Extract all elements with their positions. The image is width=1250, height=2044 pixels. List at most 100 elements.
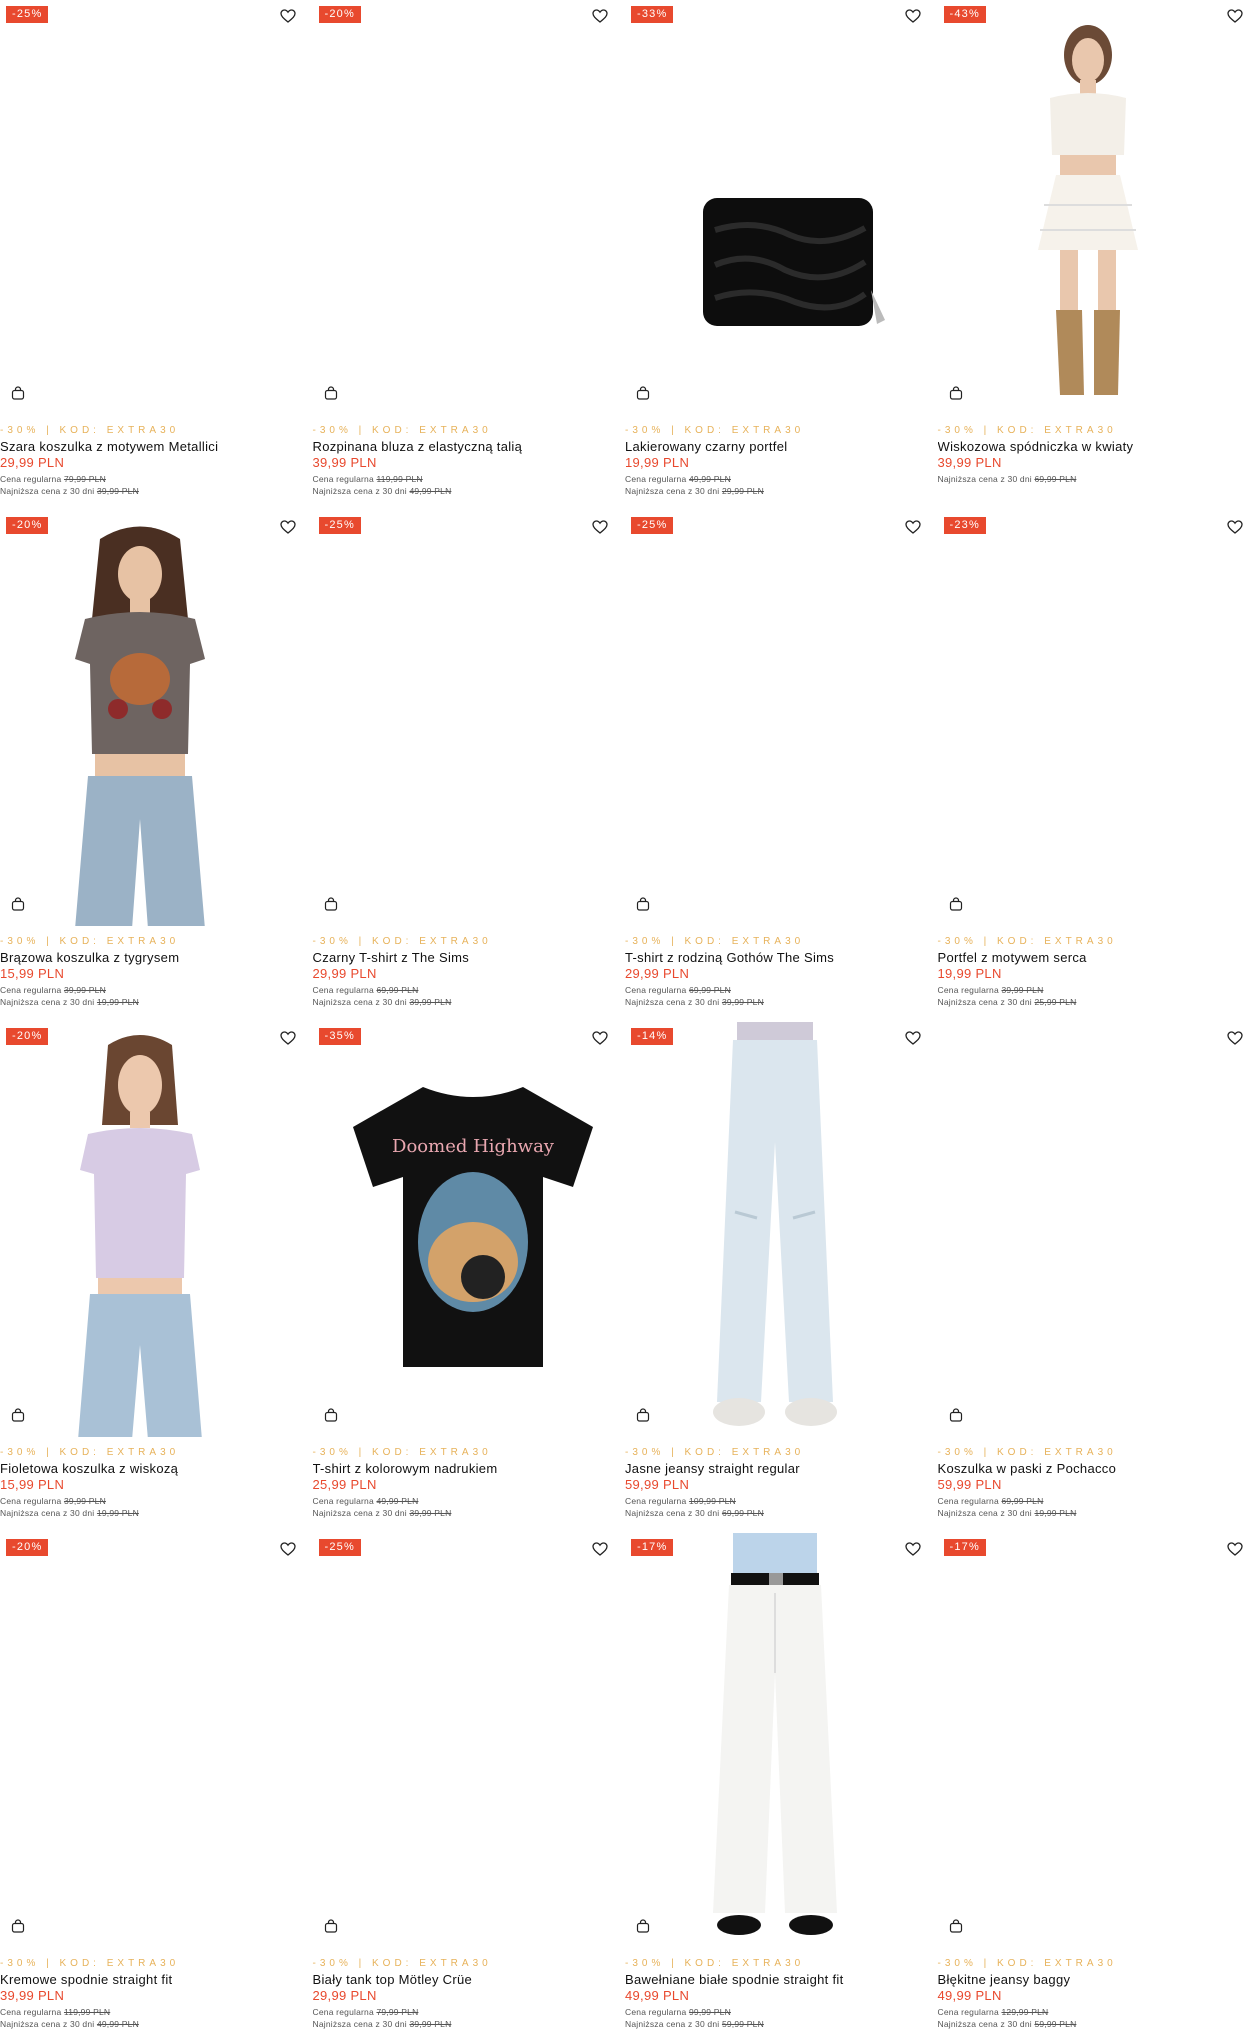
product-name[interactable]: Rozpinana bluza z elastyczną talią xyxy=(313,439,616,454)
heart-icon[interactable] xyxy=(1224,1027,1246,1049)
heart-icon[interactable] xyxy=(589,1538,611,1560)
product-image[interactable]: -43% xyxy=(938,0,1250,415)
regular-price-label: Cena regularna xyxy=(625,985,686,995)
heart-icon[interactable] xyxy=(902,1538,924,1560)
heart-icon[interactable] xyxy=(589,516,611,538)
heart-icon[interactable] xyxy=(1224,1538,1246,1560)
heart-icon[interactable] xyxy=(902,516,924,538)
product-image[interactable]: -25% xyxy=(313,511,616,926)
product-card[interactable]: -20% -30% | KOD: EXTRA30 Kremowe spodnie… xyxy=(0,1533,313,2044)
lowest-price-value: 19,99 PLN xyxy=(97,1508,139,1518)
shopping-bag-icon[interactable] xyxy=(8,894,28,914)
product-price: 29,99 PLN xyxy=(625,966,928,981)
heart-icon[interactable] xyxy=(277,516,299,538)
shopping-bag-icon[interactable] xyxy=(946,1916,966,1936)
product-price: 29,99 PLN xyxy=(0,455,303,470)
shopping-bag-icon[interactable] xyxy=(633,1916,653,1936)
product-card[interactable]: -25% -30% | KOD: EXTRA30 T-shirt z rodzi… xyxy=(625,511,938,1022)
product-name[interactable]: Czarny T-shirt z The Sims xyxy=(313,950,616,965)
product-name[interactable]: Błękitne jeansy baggy xyxy=(938,1972,1250,1987)
discount-badge: -25% xyxy=(6,6,48,23)
lowest-price-line: Najniższa cena z 30 dni 59,99 PLN xyxy=(625,2019,928,2029)
product-price: 19,99 PLN xyxy=(625,455,928,470)
product-card[interactable]: -17% -30% | KOD: EXTRA30 Bawełniane biał… xyxy=(625,1533,938,2044)
regular-price-line: Cena regularna 39,99 PLN xyxy=(0,1496,303,1506)
shopping-bag-icon[interactable] xyxy=(946,383,966,403)
heart-icon[interactable] xyxy=(1224,516,1246,538)
product-image[interactable] xyxy=(938,1022,1250,1437)
regular-price-value: 119,99 PLN xyxy=(376,474,422,484)
heart-icon[interactable] xyxy=(589,1027,611,1049)
product-image[interactable]: -25% xyxy=(625,511,928,926)
product-name[interactable]: Koszulka w paski z Pochacco xyxy=(938,1461,1250,1476)
product-card[interactable]: -20% -30% | KOD: EXTRA30 Rozpinana bluza… xyxy=(313,0,626,511)
shopping-bag-icon[interactable] xyxy=(633,894,653,914)
shopping-bag-icon[interactable] xyxy=(8,383,28,403)
product-name[interactable]: Brązowa koszulka z tygrysem xyxy=(0,950,303,965)
heart-icon[interactable] xyxy=(902,1027,924,1049)
product-name[interactable]: Fioletowa koszulka z wiskozą xyxy=(0,1461,303,1476)
product-card[interactable]: -17% -30% | KOD: EXTRA30 Błękitne jeansy… xyxy=(938,1533,1250,2044)
product-image[interactable]: -20% xyxy=(313,0,616,415)
product-image[interactable]: -25% xyxy=(313,1533,616,1948)
product-image[interactable]: -25% xyxy=(0,0,303,415)
shopping-bag-icon[interactable] xyxy=(633,1405,653,1425)
heart-icon[interactable] xyxy=(277,5,299,27)
product-name[interactable]: T-shirt z kolorowym nadrukiem xyxy=(313,1461,616,1476)
product-image[interactable]: Doomed Highway -35% xyxy=(313,1022,616,1437)
lowest-price-value: 29,99 PLN xyxy=(722,486,764,496)
product-card[interactable]: -23% -30% | KOD: EXTRA30 Portfel z motyw… xyxy=(938,511,1250,1022)
promo-code-text: -30% | KOD: EXTRA30 xyxy=(625,936,928,947)
lowest-price-label: Najniższa cena z 30 dni xyxy=(313,997,407,1007)
heart-icon[interactable] xyxy=(902,5,924,27)
product-image[interactable]: -17% xyxy=(625,1533,928,1948)
product-card[interactable]: -33% -30% | KOD: EXTRA30 Lakierowany cza… xyxy=(625,0,938,511)
product-name[interactable]: Kremowe spodnie straight fit xyxy=(0,1972,303,1987)
product-card[interactable]: -25% -30% | KOD: EXTRA30 Czarny T-shirt … xyxy=(313,511,626,1022)
shopping-bag-icon[interactable] xyxy=(321,1405,341,1425)
shopping-bag-icon[interactable] xyxy=(8,1916,28,1936)
product-card[interactable]: -43% -30% | KOD: EXTRA30 Wiskozowa spódn… xyxy=(938,0,1250,511)
product-name[interactable]: Biały tank top Mötley Crüe xyxy=(313,1972,616,1987)
shopping-bag-icon[interactable] xyxy=(321,383,341,403)
shopping-bag-icon[interactable] xyxy=(8,1405,28,1425)
product-card[interactable]: Doomed Highway -35% -30% | KOD: EXTRA30 … xyxy=(313,1022,626,1533)
shopping-bag-icon[interactable] xyxy=(633,383,653,403)
product-name[interactable]: Szara koszulka z motywem Metallici xyxy=(0,439,303,454)
product-card[interactable]: -20% -30% | KOD: EXTRA30 Brązowa koszulk… xyxy=(0,511,313,1022)
product-name[interactable]: T-shirt z rodziną Gothów The Sims xyxy=(625,950,928,965)
regular-price-line: Cena regularna 39,99 PLN xyxy=(938,985,1250,995)
regular-price-line: Cena regularna 69,99 PLN xyxy=(938,1496,1250,1506)
product-image[interactable]: -17% xyxy=(938,1533,1250,1948)
product-card[interactable]: -25% -30% | KOD: EXTRA30 Biały tank top … xyxy=(313,1533,626,2044)
shopping-bag-icon[interactable] xyxy=(321,894,341,914)
regular-price-value: 129,99 PLN xyxy=(1001,2007,1048,2017)
heart-icon[interactable] xyxy=(277,1027,299,1049)
product-name[interactable]: Portfel z motywem serca xyxy=(938,950,1250,965)
product-name[interactable]: Bawełniane białe spodnie straight fit xyxy=(625,1972,928,1987)
regular-price-value: 69,99 PLN xyxy=(376,985,418,995)
heart-icon[interactable] xyxy=(1224,5,1246,27)
product-name[interactable]: Lakierowany czarny portfel xyxy=(625,439,928,454)
product-image[interactable]: -33% xyxy=(625,0,928,415)
product-image[interactable]: -20% xyxy=(0,1022,303,1437)
heart-icon[interactable] xyxy=(277,1538,299,1560)
product-image[interactable]: -14% xyxy=(625,1022,928,1437)
product-card[interactable]: -25% -30% | KOD: EXTRA30 Szara koszulka … xyxy=(0,0,313,511)
shopping-bag-icon[interactable] xyxy=(321,1916,341,1936)
product-image[interactable]: -20% xyxy=(0,1533,303,1948)
heart-icon[interactable] xyxy=(589,5,611,27)
lowest-price-value: 19,99 PLN xyxy=(97,997,139,1007)
shopping-bag-icon[interactable] xyxy=(946,894,966,914)
product-card[interactable]: -30% | KOD: EXTRA30 Koszulka w paski z P… xyxy=(938,1022,1250,1533)
product-image[interactable]: -20% xyxy=(0,511,303,926)
product-name[interactable]: Wiskozowa spódniczka w kwiaty xyxy=(938,439,1250,454)
product-name[interactable]: Jasne jeansy straight regular xyxy=(625,1461,928,1476)
product-card[interactable]: -20% -30% | KOD: EXTRA30 Fioletowa koszu… xyxy=(0,1022,313,1533)
product-card[interactable]: -14% -30% | KOD: EXTRA30 Jasne jeansy st… xyxy=(625,1022,938,1533)
lowest-price-line: Najniższa cena z 30 dni 49,99 PLN xyxy=(0,2019,303,2029)
lowest-price-label: Najniższa cena z 30 dni xyxy=(938,474,1032,484)
regular-price-label: Cena regularna xyxy=(0,2007,61,2017)
product-image[interactable]: -23% xyxy=(938,511,1250,926)
shopping-bag-icon[interactable] xyxy=(946,1405,966,1425)
